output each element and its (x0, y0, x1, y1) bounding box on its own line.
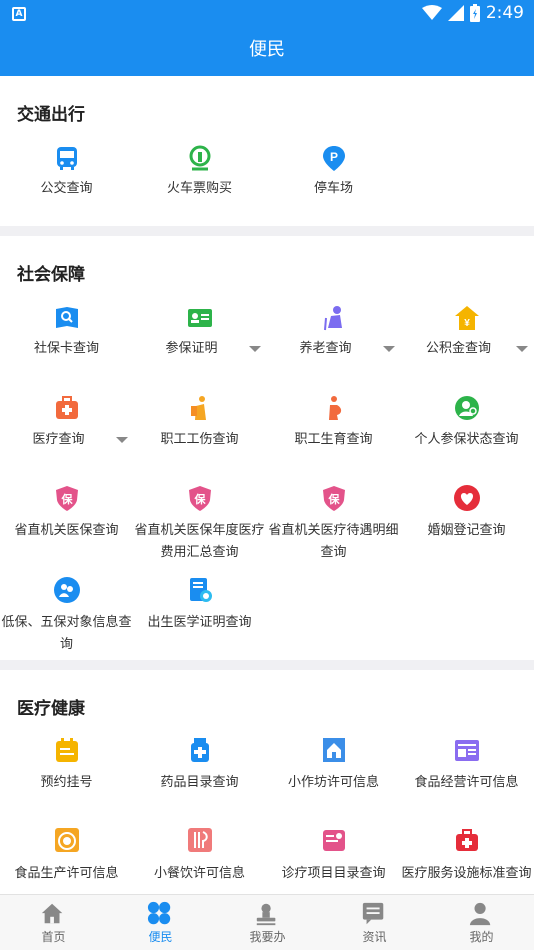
bus-icon (53, 144, 81, 172)
message-icon (361, 901, 387, 927)
tab-label: 我要办 (249, 930, 286, 944)
birth-certificate-icon (186, 576, 214, 604)
service-item[interactable]: 出生医学证明查询 (133, 236, 266, 660)
service-item[interactable]: 公交查询 (0, 76, 133, 226)
food-production-icon (53, 826, 81, 854)
service-label: 婚姻登记查询 (427, 523, 506, 538)
service-label: 小餐饮许可信息 (153, 866, 245, 881)
service-label: 低保、五保对象信息查询 (1, 615, 132, 652)
signal-icon (447, 5, 464, 21)
tab-home[interactable]: 首页 (0, 895, 107, 950)
service-label: 医疗服务设施标准查询 (401, 866, 532, 881)
clock: 2:49 (485, 3, 524, 23)
status-bar: A 2:49 (0, 0, 534, 28)
service-item[interactable]: 食品生产许可信息 (0, 670, 133, 894)
marriage-icon (453, 484, 481, 512)
service-item[interactable]: 婚姻登记查询 (400, 236, 533, 660)
service-item[interactable]: P 停车场 (267, 76, 400, 226)
welfare-icon (53, 576, 81, 604)
catering-icon (186, 826, 214, 854)
parking-icon: P (320, 144, 348, 172)
service-list[interactable]: 交通出行 公交查询 火车票购买 P 停车场 社会保障 社保卡查询 参保证明 养老查询 ¥ 公积金查询… (0, 76, 534, 894)
wifi-icon (421, 5, 442, 20)
service-label: 诊疗项目目录查询 (281, 866, 386, 881)
notification-icon: A (12, 7, 26, 21)
tab-grid[interactable]: 便民 (107, 895, 214, 950)
shield-insurance-icon: 保 (320, 484, 348, 512)
train-icon (186, 144, 214, 172)
service-item[interactable]: 诊疗项目目录查询 (267, 670, 400, 894)
tab-stamp[interactable]: 我要办 (214, 895, 321, 950)
tab-message[interactable]: 资讯 (321, 895, 428, 950)
service-label: 省直机关医疗待遇明细查询 (268, 523, 399, 560)
service-item[interactable]: 火车票购买 (133, 76, 266, 226)
tab-label: 资讯 (362, 930, 387, 944)
section-1: 社会保障 社保卡查询 参保证明 养老查询 ¥ 公积金查询 医疗查询 职工工伤查询 职工生育查询个… (0, 236, 534, 660)
service-item[interactable]: 医疗服务设施标准查询 (400, 670, 533, 894)
tab-label: 便民 (148, 930, 173, 944)
bottom-tab-bar: 首页 便民 我要办 资讯 我的 (0, 894, 534, 950)
medical-facility-icon (453, 826, 481, 854)
service-item[interactable]: 保省直机关医疗待遇明细查询 (267, 236, 400, 660)
diagnosis-icon (320, 826, 348, 854)
battery-icon (469, 4, 480, 22)
section-2: 医疗健康 预约挂号 药品目录查询 小作坊许可信息 食品经营许可信息 食品生产许可信息 小餐饮… (0, 670, 534, 894)
service-item[interactable]: 低保、五保对象信息查询 (0, 236, 133, 660)
section-0: 交通出行 公交查询 火车票购买 P 停车场 (0, 76, 534, 226)
page-title: 便民 (0, 28, 534, 76)
tab-label: 我的 (469, 930, 494, 944)
svg-text:P: P (330, 150, 338, 164)
stamp-icon (254, 901, 280, 927)
service-label: 出生医学证明查询 (147, 615, 252, 630)
service-label: 食品生产许可信息 (14, 866, 119, 881)
service-item[interactable]: 小餐饮许可信息 (133, 670, 266, 894)
service-label: 公交查询 (40, 181, 93, 196)
service-label: 停车场 (313, 181, 353, 196)
profile-icon (468, 901, 494, 927)
tab-label: 首页 (41, 930, 66, 944)
grid-icon (147, 901, 173, 927)
home-icon (40, 901, 66, 927)
service-label: 火车票购买 (166, 181, 232, 196)
tab-profile[interactable]: 我的 (428, 895, 534, 950)
svg-text:保: 保 (328, 492, 341, 506)
